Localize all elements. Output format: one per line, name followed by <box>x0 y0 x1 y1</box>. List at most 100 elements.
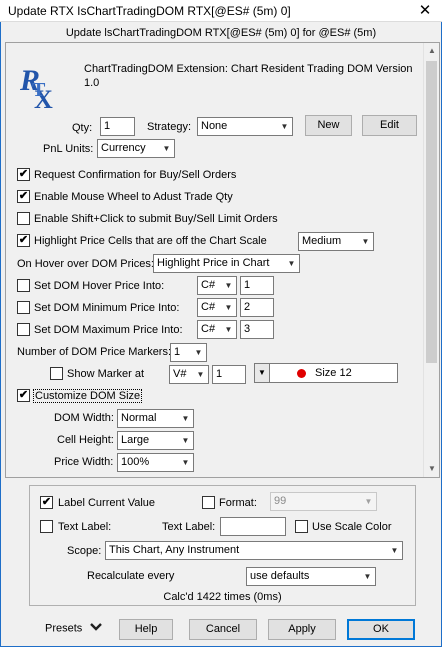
pnl-select[interactable]: Currency ▼ <box>97 139 175 158</box>
format-value: 99 <box>274 495 287 507</box>
chevron-down-icon: ▼ <box>181 414 190 423</box>
title-bar: Update RTX IsChartTradingDOM RTX[@ES# (5… <box>0 0 442 22</box>
chevron-down-icon: ▼ <box>363 572 372 581</box>
request-confirmation-checkbox[interactable]: ✔ <box>17 168 30 181</box>
svg-text:T: T <box>32 79 46 101</box>
new-button[interactable]: New <box>305 115 352 136</box>
marker-color-dot <box>297 369 306 378</box>
shift-click-checkbox[interactable] <box>17 212 30 225</box>
chevron-down-icon: ▼ <box>224 303 233 312</box>
rtx-logo: R X T <box>18 60 70 116</box>
scope-select[interactable]: This Chart, Any Instrument ▼ <box>105 541 403 560</box>
hover-price-input[interactable]: 1 <box>240 276 274 295</box>
scope-label: Scope: <box>67 545 102 557</box>
chevron-down-icon: ▼ <box>255 364 270 382</box>
maximum-price-checkbox[interactable] <box>17 323 30 336</box>
recalc-value: use defaults <box>250 570 310 582</box>
scroll-up-icon[interactable]: ▲ <box>424 43 440 59</box>
vertical-scrollbar[interactable]: ▲ ▼ <box>423 43 439 477</box>
hover-price-type-value: C# <box>201 279 216 291</box>
qty-input[interactable]: 1 <box>100 117 135 136</box>
use-scale-color-checkbox[interactable] <box>295 520 308 533</box>
show-marker-label: Show Marker at <box>67 368 145 380</box>
minimum-price-label: Set DOM Minimum Price Into: <box>34 302 180 314</box>
minimum-price-type-select[interactable]: C# ▼ <box>197 298 237 317</box>
maximum-price-label: Set DOM Maximum Price Into: <box>34 324 183 336</box>
window-title: Update RTX IsChartTradingDOM RTX[@ES# (5… <box>8 4 291 18</box>
hover-price-checkbox[interactable] <box>17 279 30 292</box>
chevron-down-icon: ▼ <box>181 458 190 467</box>
study-description: ChartTradingDOM Extension: Chart Residen… <box>84 63 413 89</box>
chevron-down-icon: ▼ <box>224 325 233 334</box>
calc-status: Calc'd 1422 times (0ms) <box>163 591 282 603</box>
recalc-select[interactable]: use defaults ▼ <box>246 567 376 586</box>
ok-button[interactable]: OK <box>347 619 415 640</box>
text-label-checkbox[interactable] <box>40 520 53 533</box>
maximum-price-type-select[interactable]: C# ▼ <box>197 320 237 339</box>
cancel-button[interactable]: Cancel <box>189 619 257 640</box>
marker-type-select[interactable]: V# ▼ <box>169 365 209 384</box>
request-confirmation-label: Request Confirmation for Buy/Sell Orders <box>34 169 237 181</box>
maximum-price-type-value: C# <box>201 323 216 335</box>
mouse-wheel-checkbox[interactable]: ✔ <box>17 190 30 203</box>
text-label-cb-label: Text Label: <box>58 521 112 533</box>
close-icon[interactable]: ✕ <box>408 0 442 22</box>
minimum-price-input[interactable]: 2 <box>240 298 274 317</box>
strategy-value: None <box>201 120 228 132</box>
highlight-off-scale-label: Highlight Price Cells that are off the C… <box>34 235 267 247</box>
minimum-price-type-value: C# <box>201 301 216 313</box>
edit-button[interactable]: Edit <box>362 115 417 136</box>
highlight-intensity-select[interactable]: Medium ▼ <box>298 232 374 251</box>
format-label: Format: <box>219 497 257 509</box>
chevron-down-icon: ▼ <box>280 122 289 131</box>
chevron-down-icon: ▼ <box>364 497 373 506</box>
cell-height-value: Large <box>121 434 150 446</box>
markers-count-value: 1 <box>174 346 181 358</box>
markers-count-select[interactable]: 1 ▼ <box>170 343 207 362</box>
highlight-intensity-value: Medium <box>302 235 342 247</box>
chevron-down-icon: ▼ <box>287 259 296 268</box>
hover-action-select[interactable]: Highlight Price in Chart ▼ <box>153 254 300 273</box>
cell-height-select[interactable]: Large ▼ <box>117 431 194 450</box>
price-width-value: 100% <box>121 456 150 468</box>
chevron-down-icon: ▼ <box>224 281 233 290</box>
customize-dom-checkbox[interactable]: ✔ <box>17 389 30 402</box>
marker-value-input[interactable]: 1 <box>212 365 246 384</box>
dom-width-select[interactable]: Normal ▼ <box>117 409 194 428</box>
minimum-price-checkbox[interactable] <box>17 301 30 314</box>
text-label-input[interactable] <box>220 517 286 536</box>
use-scale-color-label: Use Scale Color <box>312 521 392 533</box>
strategy-select[interactable]: None ▼ <box>197 117 293 136</box>
marker-type-value: V# <box>173 368 187 380</box>
chevron-down-icon: ▼ <box>194 348 203 357</box>
strategy-label: Strategy: <box>147 121 192 133</box>
chevron-down-icon: ▼ <box>390 546 399 555</box>
label-current-checkbox[interactable]: ✔ <box>40 496 53 509</box>
marker-size-label: Size 12 <box>315 367 352 379</box>
mouse-wheel-label: Enable Mouse Wheel to Adust Trade Qty <box>34 191 233 203</box>
format-checkbox[interactable] <box>202 496 215 509</box>
hover-action-value: Highlight Price in Chart <box>157 257 270 269</box>
highlight-off-scale-checkbox[interactable]: ✔ <box>17 234 30 247</box>
dom-width-label: DOM Width: <box>54 412 114 424</box>
show-marker-checkbox[interactable] <box>50 367 63 380</box>
markers-count-label: Number of DOM Price Markers: <box>17 346 172 358</box>
price-width-select[interactable]: 100% ▼ <box>117 453 194 472</box>
scroll-down-icon[interactable]: ▼ <box>424 461 440 477</box>
pnl-label: PnL Units: <box>43 143 94 155</box>
chevron-down-icon: ▼ <box>196 370 205 379</box>
hover-price-type-select[interactable]: C# ▼ <box>197 276 237 295</box>
maximum-price-input[interactable]: 3 <box>240 320 274 339</box>
scope-value: This Chart, Any Instrument <box>109 544 240 556</box>
presets-button[interactable]: Presets <box>45 622 103 635</box>
format-select[interactable]: 99 ▼ <box>270 492 377 511</box>
marker-style-picker[interactable]: ▼ Size 12 <box>254 363 398 383</box>
dom-width-value: Normal <box>121 412 157 424</box>
recalc-label: Recalculate every <box>87 570 175 582</box>
apply-button[interactable]: Apply <box>268 619 336 640</box>
presets-label: Presets <box>45 622 83 635</box>
pnl-value: Currency <box>101 142 146 154</box>
scroll-thumb[interactable] <box>426 61 437 363</box>
chevron-down-icon: ▼ <box>361 237 370 246</box>
help-button[interactable]: Help <box>119 619 173 640</box>
